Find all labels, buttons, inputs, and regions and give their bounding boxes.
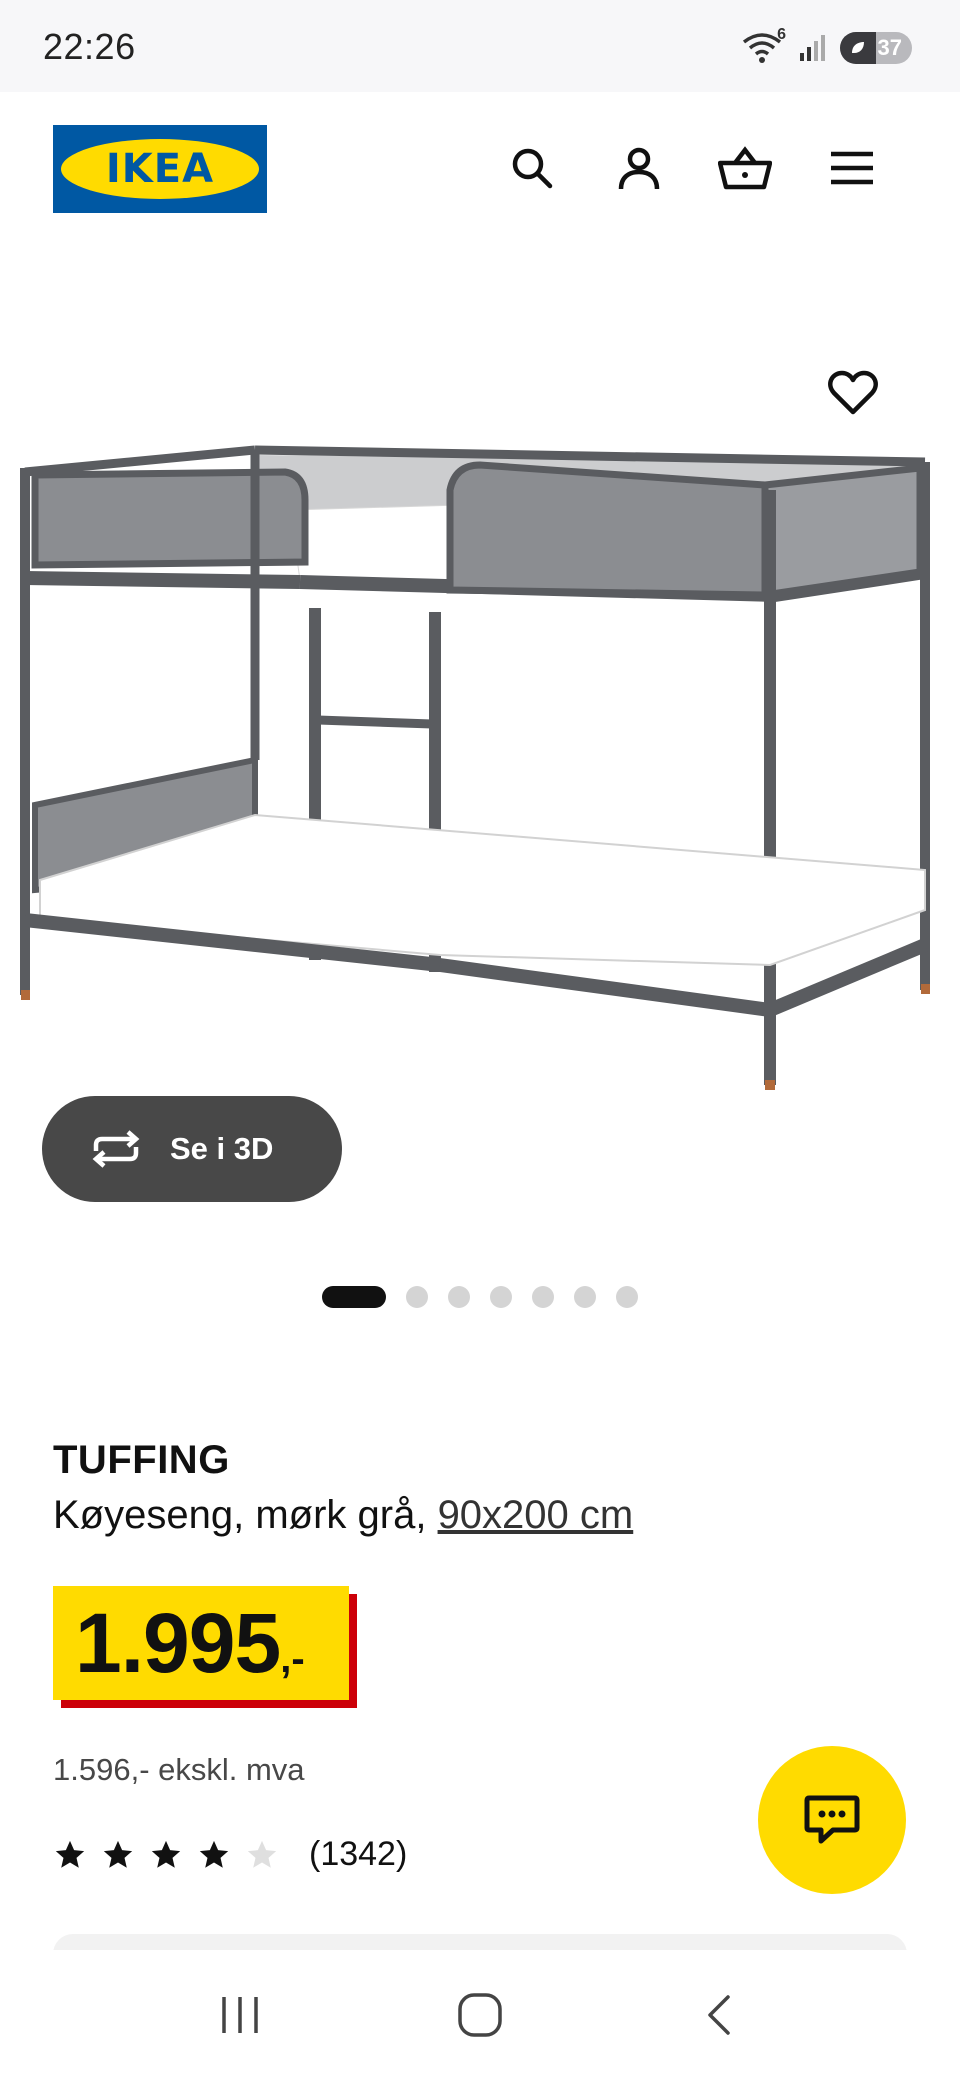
logo-text: IKEA bbox=[105, 146, 215, 192]
ikea-logo[interactable]: IKEA bbox=[53, 125, 267, 213]
battery-level: 37 bbox=[877, 35, 902, 60]
favourite-heart-icon[interactable] bbox=[822, 362, 884, 424]
site-header: IKEA bbox=[0, 92, 960, 242]
signal-icon bbox=[798, 33, 828, 63]
price-excl-vat: 1.596,- ekskl. mva bbox=[53, 1752, 305, 1787]
basket-icon[interactable] bbox=[717, 140, 773, 196]
star-icon-empty bbox=[247, 1840, 277, 1868]
rating-count: (1342) bbox=[309, 1835, 408, 1873]
carousel-dot[interactable] bbox=[406, 1286, 428, 1308]
wifi-badge: 6 bbox=[777, 26, 786, 43]
product-type: Køyeseng, mørk grå, bbox=[53, 1493, 438, 1537]
account-icon[interactable] bbox=[611, 140, 667, 196]
carousel-dot[interactable] bbox=[616, 1286, 638, 1308]
rating[interactable]: (1342) bbox=[53, 1835, 407, 1874]
star-icon-filled bbox=[55, 1840, 85, 1868]
menu-icon[interactable] bbox=[824, 140, 880, 196]
status-icons: 6 37 bbox=[742, 26, 912, 66]
back-button[interactable] bbox=[680, 1975, 760, 2055]
status-bar: 22:26 6 37 bbox=[0, 0, 960, 92]
carousel-dot[interactable] bbox=[490, 1286, 512, 1308]
chat-button[interactable] bbox=[758, 1746, 906, 1894]
carousel-dot[interactable] bbox=[322, 1286, 386, 1308]
view-3d-button[interactable]: Se i 3D bbox=[42, 1096, 342, 1202]
chat-icon bbox=[804, 1795, 860, 1844]
recent-apps-button[interactable] bbox=[200, 1975, 280, 2055]
battery-saver-icon bbox=[840, 32, 876, 64]
price-tag: 1.995 ,- bbox=[53, 1586, 357, 1708]
price-main: 1.995 bbox=[75, 1595, 281, 1690]
price-box: 1.995 ,- bbox=[53, 1586, 349, 1700]
carousel-dot[interactable] bbox=[574, 1286, 596, 1308]
star-icon-filled bbox=[199, 1840, 229, 1868]
system-nav-bar bbox=[0, 1950, 960, 2080]
star-icon-filled bbox=[103, 1840, 133, 1868]
star-icon-filled bbox=[151, 1840, 181, 1868]
wifi-icon: 6 bbox=[742, 26, 786, 66]
product-image[interactable] bbox=[0, 350, 960, 1110]
view-3d-label: Se i 3D bbox=[170, 1131, 274, 1166]
home-button[interactable] bbox=[440, 1975, 520, 2055]
logo-oval: IKEA bbox=[61, 139, 259, 199]
rotate-3d-icon bbox=[88, 1129, 144, 1169]
carousel-dot[interactable] bbox=[532, 1286, 554, 1308]
carousel-indicator bbox=[0, 1286, 960, 1308]
price-suffix: ,- bbox=[280, 1636, 305, 1681]
product-description: Køyeseng, mørk grå, 90x200 cm bbox=[53, 1493, 633, 1538]
product-size-link[interactable]: 90x200 cm bbox=[438, 1493, 634, 1537]
search-icon[interactable] bbox=[504, 140, 560, 196]
carousel-dot[interactable] bbox=[448, 1286, 470, 1308]
product-name: TUFFING bbox=[53, 1438, 230, 1482]
battery-indicator: 37 bbox=[840, 32, 912, 64]
status-time: 22:26 bbox=[43, 26, 136, 67]
